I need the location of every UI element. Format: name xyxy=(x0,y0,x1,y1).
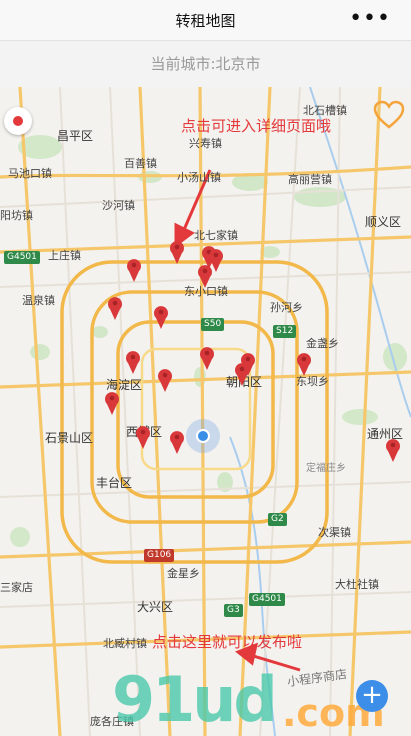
listing-pin-icon[interactable] xyxy=(157,367,173,393)
map-label: 高丽营镇 xyxy=(288,173,332,186)
listing-pin-icon[interactable] xyxy=(199,345,215,371)
map-label: 石景山区 xyxy=(45,431,94,445)
road-shield: G2 xyxy=(268,513,287,526)
map-label: 金星乡 xyxy=(167,567,200,580)
current-location-marker xyxy=(186,419,220,453)
annotation-bottom: 点击这里就可以发布啦 xyxy=(152,633,303,651)
listing-pin-icon[interactable] xyxy=(126,257,142,283)
map-label: 百善镇 xyxy=(124,157,157,170)
listing-pin-icon[interactable] xyxy=(107,295,123,321)
map-label: 大杜社镇 xyxy=(335,578,379,591)
map-label: 昌平区 xyxy=(57,129,94,143)
road-shield: S12 xyxy=(273,325,297,338)
map-label: 三家店 xyxy=(0,581,33,594)
navigation-bar: 转租地图 ••• xyxy=(0,0,411,41)
listing-pin-icon[interactable] xyxy=(153,304,169,330)
road-shield: S50 xyxy=(201,318,225,331)
listing-pin-icon[interactable] xyxy=(169,429,185,455)
current-city-bar: 当前城市:北京市 xyxy=(0,41,411,87)
road-shield: G4501 xyxy=(249,593,285,606)
map-label: 顺义区 xyxy=(365,215,402,229)
map-label: 温泉镇 xyxy=(22,294,55,307)
road-shield: G4501 xyxy=(4,251,40,264)
map-label: 马池口镇 xyxy=(8,167,52,180)
locate-button[interactable] xyxy=(4,107,32,135)
map-label: 上庄镇 xyxy=(48,249,81,262)
publish-button[interactable]: + xyxy=(356,680,388,712)
map-label: 沙河镇 xyxy=(102,199,135,212)
map-label: 阳坊镇 xyxy=(0,209,33,222)
map-label: 大兴区 xyxy=(137,600,174,614)
map-label: 金盏乡 xyxy=(306,337,339,350)
listing-pin-icon[interactable] xyxy=(240,351,256,377)
map-label: 定福庄乡 xyxy=(306,463,346,474)
locate-dot-icon xyxy=(13,116,23,126)
listing-pin-icon[interactable] xyxy=(197,263,213,289)
more-icon[interactable]: ••• xyxy=(349,6,391,31)
map-view[interactable]: 昌平区 北石槽镇 兴寿镇 百善镇 小汤山镇 马池口镇 沙河镇 高丽营镇 顺义区 … xyxy=(0,87,411,736)
listing-pin-icon[interactable] xyxy=(104,390,120,416)
road-shield: G3 xyxy=(224,604,243,617)
current-location-dot xyxy=(196,429,210,443)
watermark-logo: 91ud xyxy=(112,663,278,736)
annotation-top: 点击可进入详细页面哦 xyxy=(181,117,332,135)
map-label: 兴寿镇 xyxy=(189,137,222,150)
map-label: 小汤山镇 xyxy=(177,171,221,184)
listing-pin-icon[interactable] xyxy=(125,349,141,375)
map-label: 丰台区 xyxy=(96,476,133,490)
road-shield: G106 xyxy=(144,549,175,562)
heart-icon[interactable] xyxy=(373,100,405,130)
listing-pin-icon[interactable] xyxy=(296,351,312,377)
map-label: 北臧村镇 xyxy=(103,637,147,650)
map-label: 孙河乡 xyxy=(270,301,303,314)
map-label: 北七家镇 xyxy=(194,229,238,242)
listing-pin-icon[interactable] xyxy=(169,239,185,265)
map-label: 次渠镇 xyxy=(318,526,351,539)
listing-pin-icon[interactable] xyxy=(135,424,151,450)
listing-pin-icon[interactable] xyxy=(385,437,401,463)
